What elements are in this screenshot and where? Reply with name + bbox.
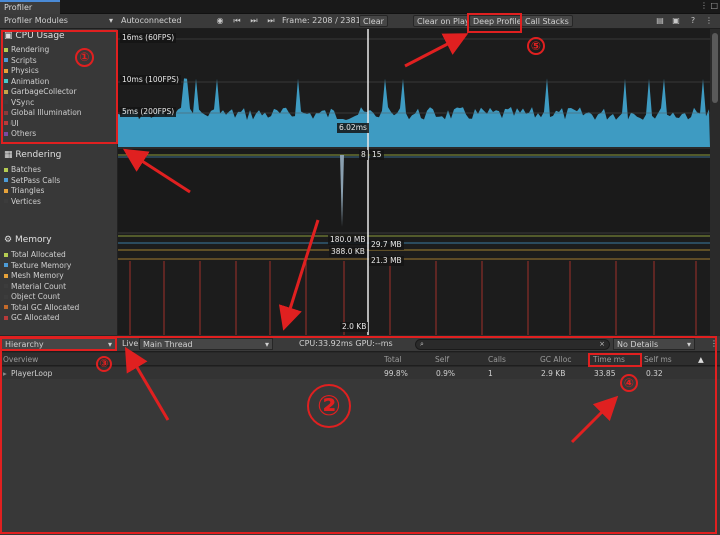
annotation-arrows: [122, 33, 619, 444]
arrow-to-deep-profile: [404, 33, 469, 68]
arrow-to-time: [570, 395, 619, 444]
arrow-to-sidebar: [122, 148, 191, 194]
arrow-to-details: [278, 219, 320, 331]
arrow-to-hierarchy: [124, 346, 170, 421]
